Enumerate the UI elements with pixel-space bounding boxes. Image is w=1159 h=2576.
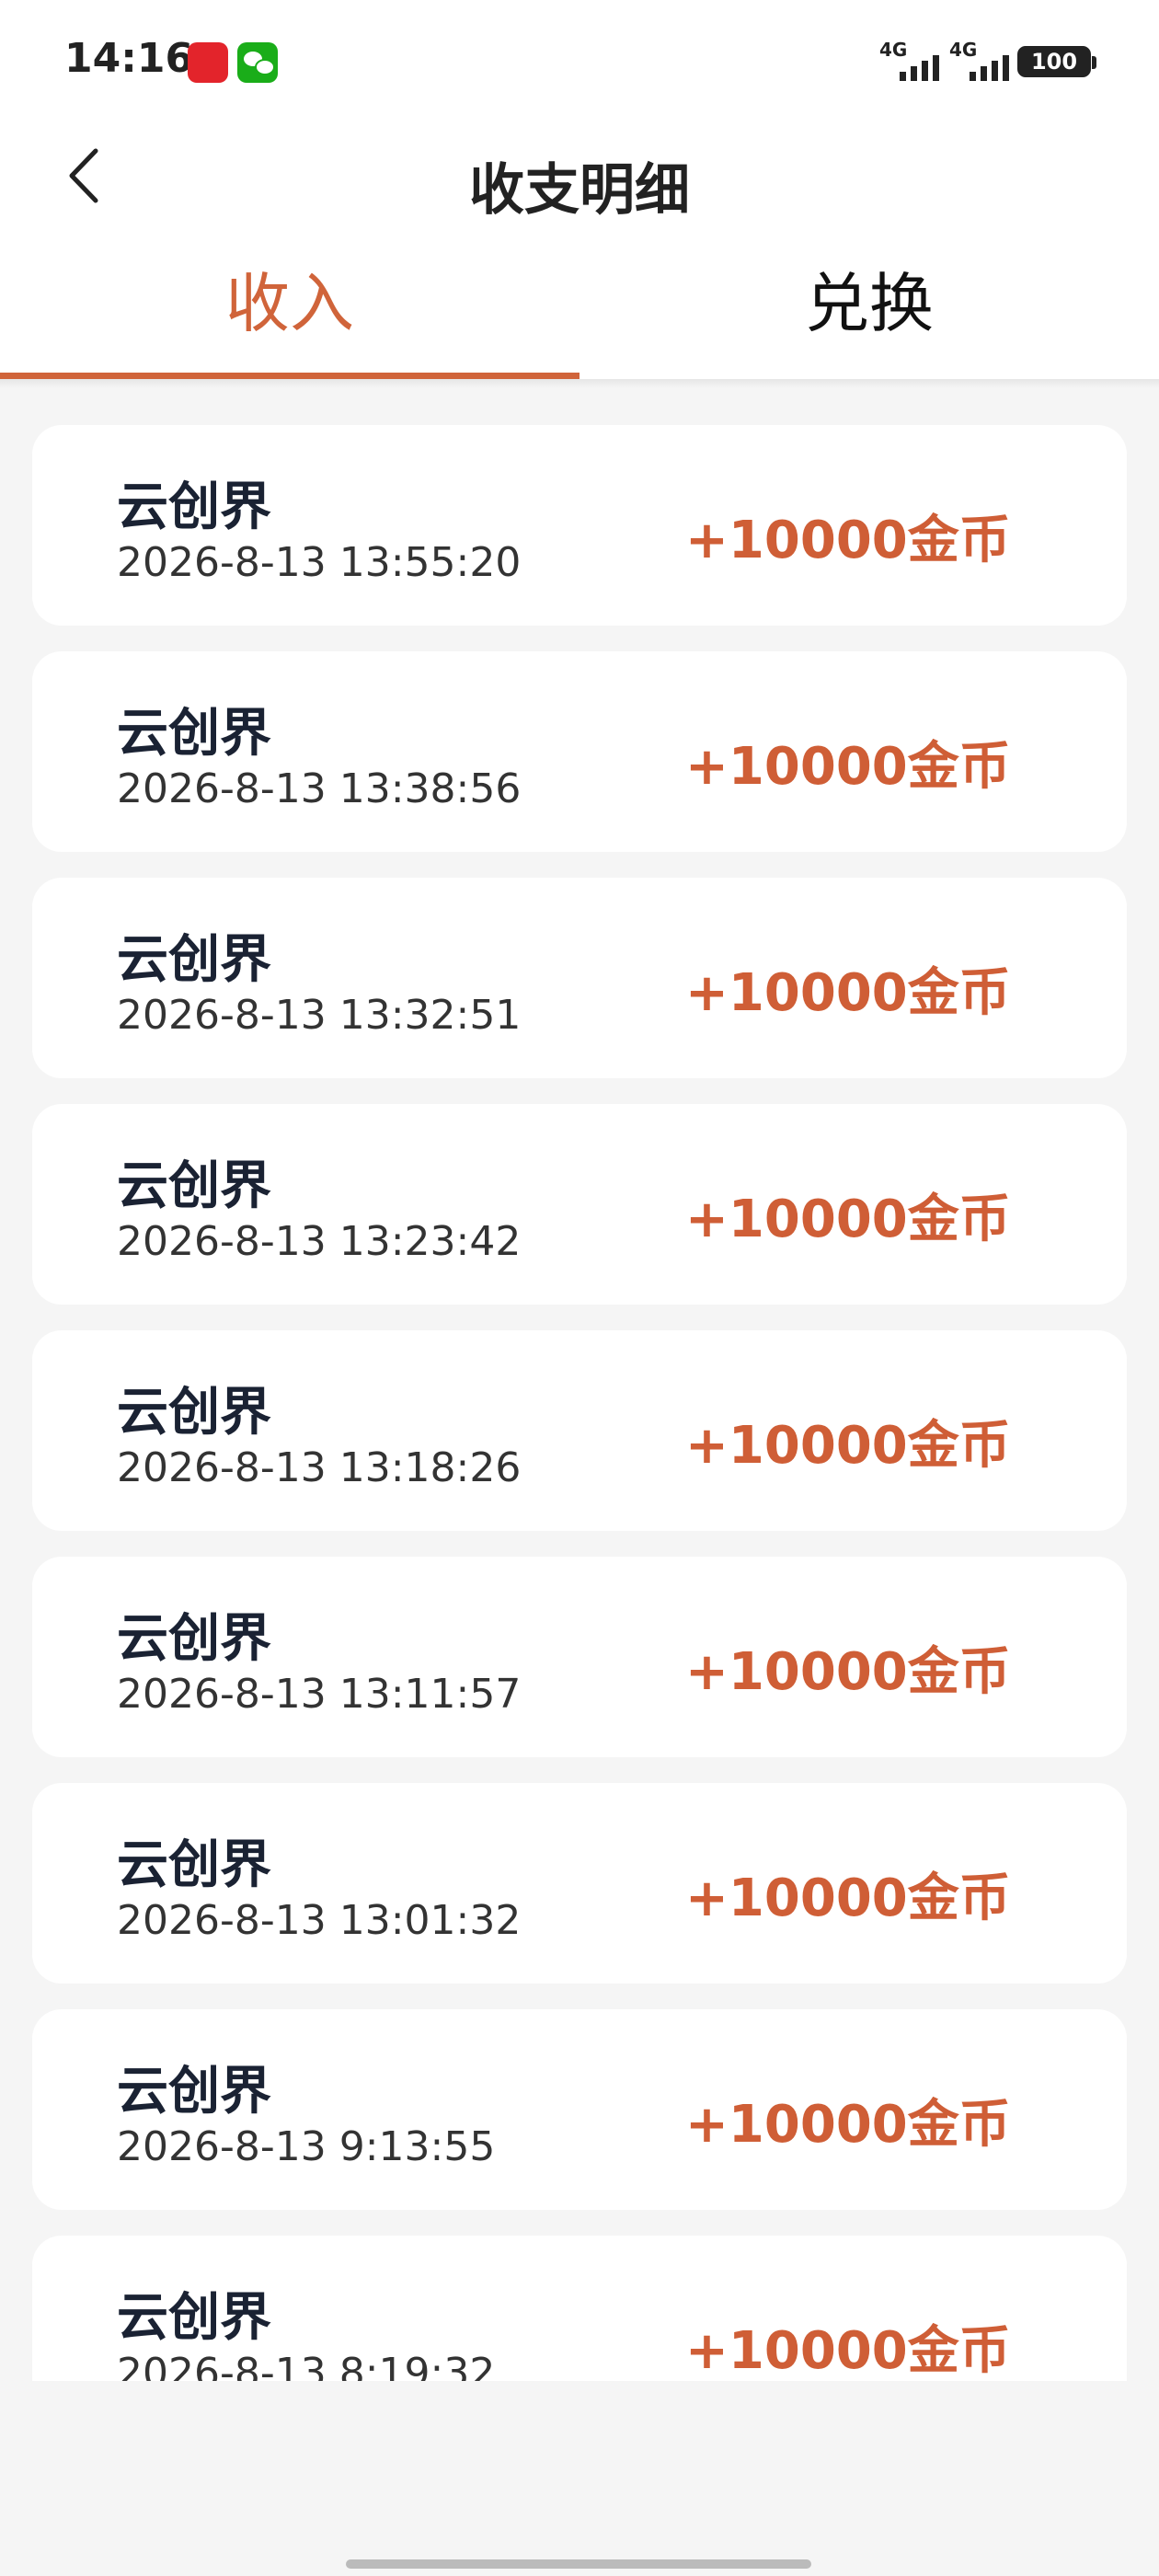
page-title: 收支明细 [469,158,690,223]
record-amount: +10000金币 [685,2095,1011,2155]
list-item[interactable]: 云创界 2026-8-13 13:55:20 +10000金币 [32,425,1127,626]
tab-income-label: 收入 [225,266,354,341]
wechat-icon [237,42,278,83]
record-time: 2026-8-13 8:19:32 [117,2350,496,2381]
record-amount: +10000金币 [685,1642,1011,1702]
tab-exchange-label: 兑换 [805,266,934,341]
status-time: 14:16 [64,35,194,82]
record-source: 云创界 [117,477,271,537]
tab-exchange[interactable]: 兑换 [580,239,1159,379]
signal-icon-2: 4G [949,39,1023,83]
record-source: 云创界 [117,1835,271,1895]
list-item[interactable]: 云创界 2026-8-13 9:13:55 +10000金币 [32,2009,1127,2210]
battery-level: 100 [1030,49,1078,75]
record-source: 云创界 [117,704,271,764]
record-amount: +10000金币 [685,1869,1011,1928]
record-time: 2026-8-13 13:01:32 [117,1897,522,1944]
record-time: 2026-8-13 13:55:20 [117,539,522,586]
record-list[interactable]: 云创界 2026-8-13 13:55:20 +10000金币 云创界 2026-8-1… [32,425,1127,2381]
record-amount: +10000金币 [685,737,1011,797]
tab-divider [0,379,1159,388]
record-amount: +10000金币 [685,963,1011,1023]
record-source: 云创界 [117,1156,271,1216]
record-amount: +10000金币 [685,511,1011,570]
record-time: 2026-8-13 13:38:56 [117,765,522,812]
tab-active-indicator [0,373,580,379]
battery-icon: 100 [1017,46,1096,77]
list-item[interactable]: 云创界 2026-8-13 13:18:26 +10000金币 [32,1330,1127,1531]
list-item[interactable]: 云创界 2026-8-13 8:19:32 +10000金币 [32,2236,1127,2381]
tab-income[interactable]: 收入 [0,239,580,379]
record-amount: +10000金币 [685,1416,1011,1476]
record-time: 2026-8-13 13:18:26 [117,1444,522,1491]
record-source: 云创界 [117,2062,271,2122]
list-item[interactable]: 云创界 2026-8-13 13:23:42 +10000金币 [32,1104,1127,1305]
home-indicator[interactable] [346,2559,811,2569]
list-item[interactable]: 云创界 2026-8-13 13:11:57 +10000金币 [32,1557,1127,1757]
record-source: 云创界 [117,1383,271,1443]
record-time: 2026-8-13 9:13:55 [117,2123,496,2170]
record-amount: +10000金币 [685,2321,1011,2381]
list-item[interactable]: 云创界 2026-8-13 13:38:56 +10000金币 [32,651,1127,852]
record-time: 2026-8-13 13:32:51 [117,992,522,1039]
record-amount: +10000金币 [685,1190,1011,1249]
record-source: 云创界 [117,2288,271,2348]
list-item[interactable]: 云创界 2026-8-13 13:01:32 +10000金币 [32,1783,1127,1984]
record-time: 2026-8-13 13:23:42 [117,1218,522,1265]
nav-header: 收支明细 [0,110,1159,239]
tab-bar: 收入 兑换 [0,239,1159,379]
xiaohongshu-icon [188,42,228,83]
list-item[interactable]: 云创界 2026-8-13 13:32:51 +10000金币 [32,878,1127,1078]
signal-icon: 4G [879,39,953,83]
record-time: 2026-8-13 13:11:57 [117,1671,522,1718]
record-source: 云创界 [117,1609,271,1669]
record-source: 云创界 [117,930,271,990]
status-bar: 14:16 4G 4G 100 [0,0,1159,110]
